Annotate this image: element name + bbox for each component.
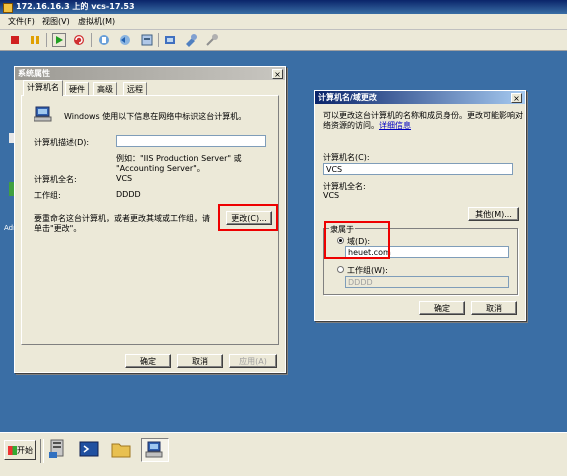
workgroup-label: 工作组(W): [347,266,388,275]
menu-view[interactable]: 视图(V) [42,16,70,27]
apply-button[interactable]: 应用(A) [229,354,277,368]
cancel-button[interactable]: 取消 [471,301,517,315]
vm-menu-bar: 文件(F) 视图(V) 虚拟机(M) [0,14,567,30]
rename-text-line2: 单击"更改"。 [34,224,82,233]
stop-icon[interactable] [8,33,22,47]
tab-computer-name[interactable]: 计算机名 [23,80,63,96]
play-icon[interactable] [52,33,66,47]
close-icon[interactable]: × [511,93,522,103]
menu-file[interactable]: 文件(F) [8,16,35,27]
system-properties-title: 系统属性 [15,67,285,80]
snapshot-icon[interactable] [97,33,111,47]
reset-icon[interactable] [72,33,86,47]
cancel-button[interactable]: 取消 [177,354,223,368]
workgroup-input[interactable]: DDDD [345,276,509,288]
other-button[interactable]: 其他(M)... [468,207,519,221]
fullname-value: VCS [116,174,133,183]
vm-app-icon [3,3,13,13]
start-label: 开始 [17,446,33,455]
workgroup-label: 工作组: [34,191,61,200]
description-label: 计算机描述(D): [34,138,90,147]
start-button[interactable]: 开始 [4,440,36,460]
workgroup-radio[interactable] [337,266,344,273]
send-icon[interactable] [163,33,177,47]
tab-panel: Windows 使用以下信息在网络中标识这台计算机。 计算机描述(D): 例如：… [21,95,279,345]
name-change-title: 计算机名/域更改 [315,91,525,104]
menu-vm[interactable]: 虚拟机(M) [78,16,115,27]
name-change-dialog: 计算机名/域更改 × 可以更改这台计算机的名称和成员身份。更改可能影响对 络资源… [314,90,526,321]
tab-remote[interactable]: 远程 [123,82,147,95]
description-input[interactable] [116,135,266,147]
workgroup-value: DDDD [116,190,141,199]
tab-hardware[interactable]: 硬件 [65,82,89,95]
powershell-icon[interactable] [78,438,100,460]
details-link[interactable]: 详细信息 [379,121,411,130]
fullname-value: VCS [323,191,340,200]
close-icon[interactable]: × [272,69,283,79]
manage-snapshot-icon[interactable] [140,33,154,47]
name-change-intro-line2: 络资源的访问。详细信息 [323,121,411,130]
example-text-line2: "Accounting Server"。 [116,164,205,173]
server-manager-icon[interactable] [47,438,69,460]
pause-icon[interactable] [28,33,42,47]
system-properties-task[interactable] [141,438,169,462]
vm-toolbar [0,30,567,51]
highlight-box [324,221,390,259]
ok-button[interactable]: 确定 [419,301,465,315]
intro-text: Windows 使用以下信息在网络中标识这台计算机。 [64,112,247,121]
folder-icon[interactable] [110,438,132,460]
vm-title-bar: 172.16.16.3 上的 vcs-17.53 [0,0,567,14]
computer-icon [33,106,52,122]
computer-name-input[interactable]: VCS [323,163,513,175]
connect-icon[interactable] [205,33,219,47]
taskbar: 开始 [0,432,567,476]
revert-icon[interactable] [118,33,132,47]
settings-icon[interactable] [184,33,198,47]
ok-button[interactable]: 确定 [125,354,171,368]
computer-name-label: 计算机名(C): [323,153,370,162]
fullname-label: 计算机全名: [34,175,77,184]
tab-advanced[interactable]: 高级 [93,82,117,95]
vm-title-text: 172.16.16.3 上的 vcs-17.53 [16,2,135,11]
system-properties-dialog: 系统属性 × 计算机名 硬件 高级 远程 Windows 使用以下信息在网络中标… [14,66,286,373]
highlight-box [218,204,278,231]
windows-flag-icon [8,446,17,455]
